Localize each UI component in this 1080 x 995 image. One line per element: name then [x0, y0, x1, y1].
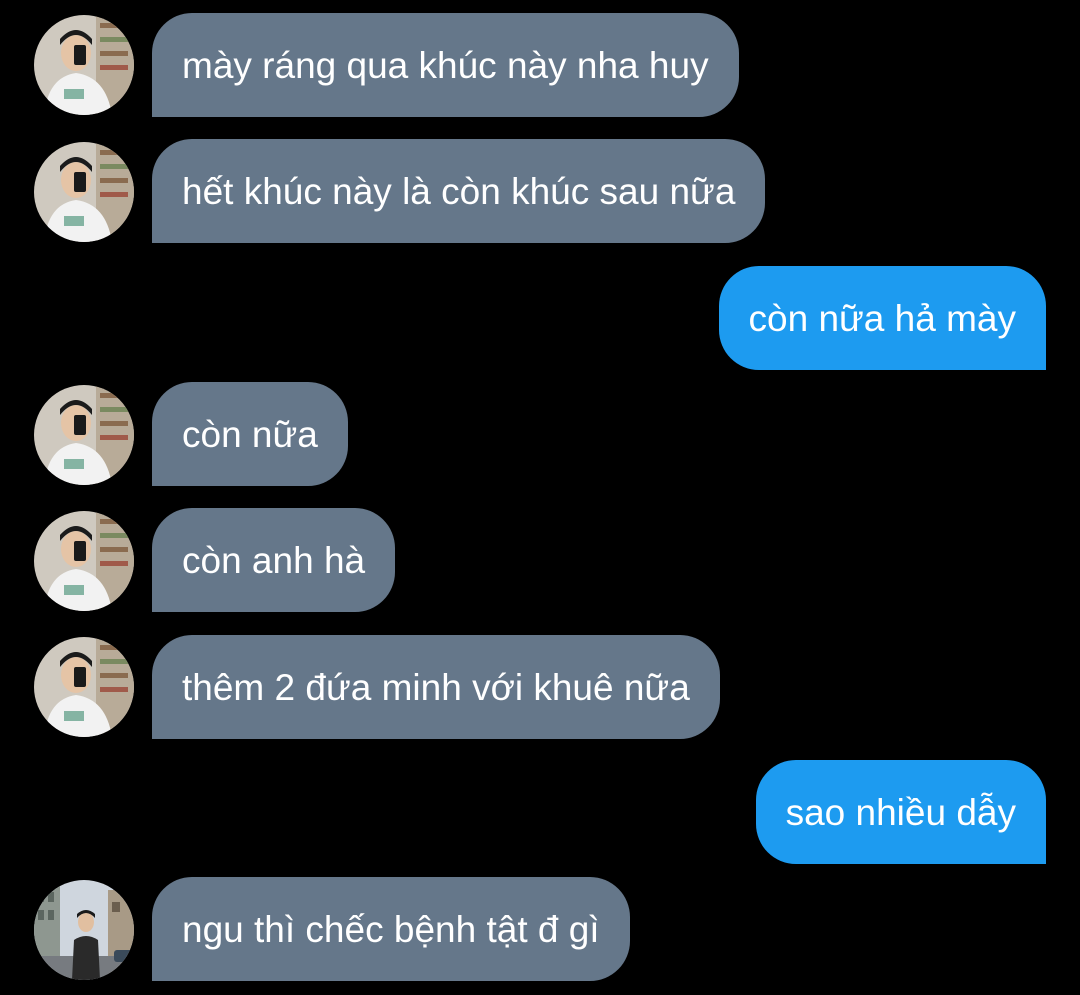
user-avatar[interactable] [34, 637, 134, 737]
incoming-message-bubble[interactable]: ngu thì chếc bệnh tật đ gì [152, 877, 630, 981]
message-text: thêm 2 đứa minh với khuê nữa [182, 666, 690, 708]
message-text: sao nhiều dẫy [785, 791, 1016, 833]
incoming-message-bubble[interactable]: hết khúc này là còn khúc sau nữa [152, 139, 766, 243]
selfie-avatar-image [34, 385, 134, 485]
incoming-message-bubble[interactable]: thêm 2 đứa minh với khuê nữa [152, 635, 720, 739]
incoming-message-bubble[interactable]: còn nữa [152, 382, 348, 486]
street-photo-avatar-image [34, 880, 134, 980]
message-text: mày ráng qua khúc này nha huy [182, 44, 709, 86]
selfie-avatar-image [34, 637, 134, 737]
user-avatar[interactable] [34, 142, 134, 242]
outgoing-message-bubble[interactable]: còn nữa hả mày [718, 266, 1046, 370]
selfie-avatar-image [34, 142, 134, 242]
user-avatar[interactable] [34, 880, 134, 980]
selfie-avatar-image [34, 15, 134, 115]
outgoing-message-bubble[interactable]: sao nhiều dẫy [755, 760, 1046, 864]
message-text: hết khúc này là còn khúc sau nữa [182, 170, 736, 212]
incoming-message-bubble[interactable]: còn anh hà [152, 508, 396, 612]
message-text: còn anh hà [182, 539, 366, 581]
message-text: còn nữa hả mày [748, 297, 1016, 339]
message-text: còn nữa [182, 413, 318, 455]
selfie-avatar-image [34, 511, 134, 611]
user-avatar[interactable] [34, 511, 134, 611]
message-text: ngu thì chếc bệnh tật đ gì [182, 908, 600, 950]
user-avatar[interactable] [34, 385, 134, 485]
chat-thread: mày ráng qua khúc này nha huy hết khúc n… [0, 0, 1080, 995]
user-avatar[interactable] [34, 15, 134, 115]
incoming-message-bubble[interactable]: mày ráng qua khúc này nha huy [152, 13, 739, 117]
